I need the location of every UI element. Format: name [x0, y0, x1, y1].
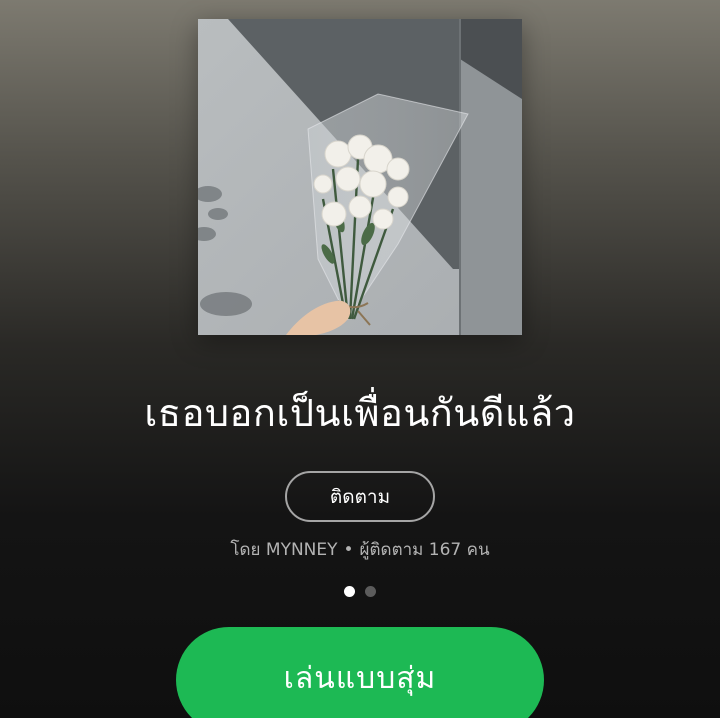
- owner-link[interactable]: โดย MYNNEY: [230, 540, 337, 560]
- playlist-cover-art: [198, 19, 522, 335]
- follow-button[interactable]: ติดตาม: [285, 471, 435, 522]
- page-dot-1[interactable]: [344, 586, 355, 597]
- page-dot-2[interactable]: [365, 586, 376, 597]
- playlist-title: เธอบอกเป็นเพื่อนกันดีแล้ว: [144, 391, 576, 435]
- playlist-meta: โดย MYNNEY • ผู้ติดตาม 167 คน: [0, 536, 720, 564]
- followers-count: ผู้ติดตาม 167 คน: [359, 540, 490, 560]
- shuffle-play-button[interactable]: เล่นแบบสุ่ม: [176, 627, 544, 718]
- meta-separator: •: [343, 540, 354, 560]
- page-indicator: [0, 586, 720, 597]
